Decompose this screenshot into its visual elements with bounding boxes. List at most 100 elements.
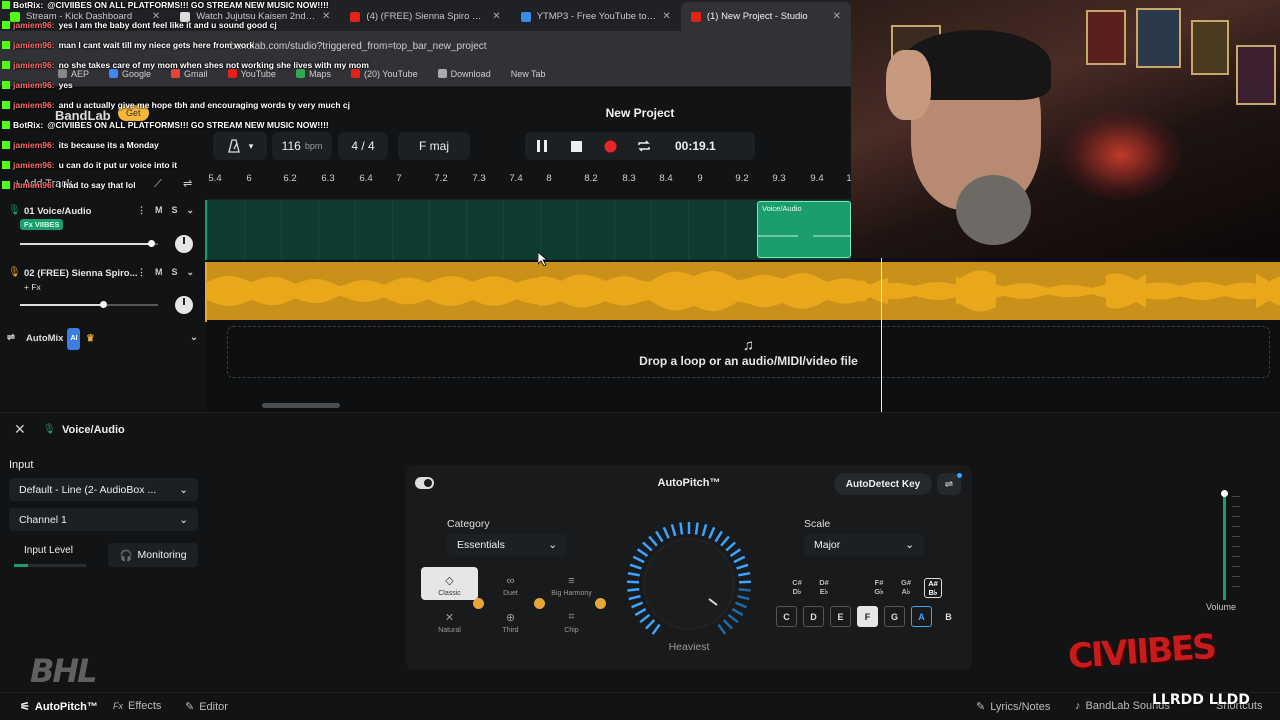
autopitch-toggle[interactable]: [415, 477, 434, 489]
sharp-key[interactable]: F# G♭: [870, 578, 888, 598]
sharp-key[interactable]: A# B♭: [924, 578, 942, 598]
loop-button[interactable]: [627, 132, 661, 160]
sienna-spiro-lane[interactable]: [207, 262, 1280, 320]
close-icon[interactable]: ✕: [14, 421, 26, 438]
effects-tab[interactable]: Fx Effects: [113, 700, 161, 712]
browser-tab[interactable]: YTMP3 - Free YouTube to MP3 ✕: [511, 2, 681, 31]
lyrics-notes-button[interactable]: ✎ Lyrics/Notes: [976, 700, 1050, 714]
scale-dropdown[interactable]: Major ⌄: [804, 534, 924, 556]
bookmark-item[interactable]: Google: [109, 69, 151, 79]
chevron-down-icon[interactable]: ⌄: [187, 205, 195, 216]
add-fx-button[interactable]: + Fx: [24, 282, 41, 292]
record-button[interactable]: [593, 132, 627, 160]
playhead[interactable]: [881, 258, 882, 413]
bookmark-label: AEP: [71, 68, 90, 79]
tracks-settings-icon[interactable]: ⇌: [183, 177, 192, 190]
horizontal-scrollbar[interactable]: [262, 403, 340, 408]
bookmark-item[interactable]: YouTube: [227, 69, 276, 79]
automix-row[interactable]: ⇌ AutoMix AI ♛ ⌄: [0, 328, 207, 350]
volume-fader-thumb[interactable]: [1221, 490, 1228, 497]
track-row-sienna-spiro[interactable]: 🎙 02 (FREE) Sienna Spiro... ⋮ M S ⌄ + Fx: [0, 262, 207, 322]
preset-third[interactable]: ⊕ Third: [482, 598, 545, 637]
key-control[interactable]: F maj: [398, 132, 470, 160]
close-icon[interactable]: ✕: [322, 11, 330, 22]
track-name[interactable]: 02 (FREE) Sienna Spiro...: [24, 268, 138, 279]
voice-audio-lane[interactable]: [207, 200, 851, 260]
editor-tab[interactable]: ✎ Editor: [185, 700, 228, 714]
more-options-icon[interactable]: ⋮: [137, 267, 146, 278]
solo-button[interactable]: S: [172, 205, 178, 216]
tempo-control[interactable]: 116 bpm: [272, 132, 332, 160]
solo-button[interactable]: S: [172, 267, 178, 278]
address-bar[interactable]: bandlab.com/studio?triggered_from=top_ba…: [0, 31, 851, 61]
sharp-key-bottom: G♭: [874, 587, 884, 596]
browser-tab[interactable]: Watch Jujutsu Kaisen 2nd Seas ✕: [170, 2, 340, 31]
pan-knob[interactable]: [175, 296, 193, 314]
volume-thumb[interactable]: [99, 301, 107, 308]
voice-audio-clip[interactable]: Voice/Audio: [757, 201, 851, 258]
channel-select[interactable]: Channel 1 ⌄: [9, 508, 198, 531]
monitoring-button[interactable]: 🎧 Monitoring: [108, 543, 198, 567]
add-track-button[interactable]: + Add Track: [14, 178, 72, 190]
more-options-icon[interactable]: ⋮: [137, 205, 146, 216]
preset-duet[interactable]: ∞ Duet: [482, 567, 539, 600]
preset-big-harmony[interactable]: ≡ Big Harmony: [543, 567, 600, 600]
browser-tab[interactable]: (1) New Project - Studio ✕: [680, 2, 852, 31]
sharp-key-top: D#: [819, 578, 829, 587]
mute-button[interactable]: M: [155, 205, 163, 216]
track-name[interactable]: 01 Voice/Audio: [24, 206, 91, 217]
close-icon[interactable]: ✕: [662, 11, 670, 22]
note-key-c[interactable]: C: [776, 606, 797, 627]
autopitch-knob[interactable]: [624, 519, 754, 649]
category-dropdown[interactable]: Essentials ⌄: [447, 534, 567, 556]
volume-thumb[interactable]: [148, 240, 156, 247]
chevron-down-icon[interactable]: ⌄: [187, 267, 195, 278]
pause-button[interactable]: [525, 132, 559, 160]
time-signature[interactable]: 4 / 4: [338, 132, 388, 160]
stop-button[interactable]: [559, 132, 593, 160]
sharp-key[interactable]: D# E♭: [815, 578, 833, 598]
preset-natural[interactable]: ✕ Natural: [421, 598, 484, 637]
note-key-a[interactable]: A: [911, 606, 932, 627]
bookmark-item[interactable]: (20) YouTube: [350, 69, 418, 79]
sharp-key[interactable]: G# A♭: [897, 578, 915, 598]
browser-tab[interactable]: Stream - Kick Dashboard ✕: [0, 2, 170, 31]
chevron-down-icon[interactable]: ⌄: [190, 328, 198, 348]
input-device-select[interactable]: Default - Line (2- AudioBox ... ⌄: [9, 478, 198, 501]
note-key-e[interactable]: E: [830, 606, 851, 627]
project-title[interactable]: New Project: [560, 106, 720, 120]
url-text[interactable]: bandlab.com/studio?triggered_from=top_ba…: [230, 41, 487, 52]
metronome-control[interactable]: ▾: [213, 132, 267, 160]
preset-classic[interactable]: ◇ Classic: [421, 567, 478, 600]
track-volume-slider[interactable]: [20, 240, 158, 247]
bookmark-item[interactable]: Maps: [295, 69, 331, 79]
note-key-d[interactable]: D: [803, 606, 824, 627]
sharp-key[interactable]: C# D♭: [788, 578, 806, 598]
pan-knob[interactable]: [175, 235, 193, 253]
preset-chip[interactable]: ⌗ Chip: [543, 598, 606, 637]
close-icon[interactable]: ✕: [492, 11, 500, 22]
fx-badge[interactable]: Fx VIIBES: [20, 219, 64, 230]
bandlab-logo[interactable]: BandLab: [55, 108, 111, 123]
autodetect-key-button[interactable]: AutoDetect Key: [834, 473, 932, 495]
wand-icon[interactable]: ⟋: [154, 178, 162, 191]
note-key-f[interactable]: F: [857, 606, 878, 627]
autopitch-icon: ⚟: [20, 701, 30, 713]
category-value: Essentials: [457, 539, 505, 551]
track-row-voice-audio[interactable]: 🎙 01 Voice/Audio ⋮ M S ⌄ Fx VIIBES: [0, 200, 207, 260]
note-key-b[interactable]: B: [938, 606, 959, 627]
close-icon[interactable]: ✕: [152, 11, 160, 22]
browser-tab[interactable]: (4) (FREE) Sienna Spiro Type Be ✕: [340, 2, 510, 31]
mute-button[interactable]: M: [155, 267, 163, 278]
volume-fader[interactable]: [1223, 494, 1226, 600]
autopitch-tab[interactable]: ⚟ AutoPitch™: [20, 700, 98, 714]
bookmark-item[interactable]: AEP: [58, 69, 89, 79]
bookmark-item[interactable]: New Tab: [511, 69, 546, 79]
track-volume-slider[interactable]: [20, 301, 158, 308]
bookmark-item[interactable]: Gmail: [171, 69, 208, 79]
note-key-g[interactable]: G: [884, 606, 905, 627]
close-icon[interactable]: ✕: [833, 11, 841, 22]
drop-zone[interactable]: ♫ Drop a loop or an audio/MIDI/video fil…: [227, 326, 1270, 378]
bookmark-item[interactable]: Download: [437, 69, 491, 79]
get-button[interactable]: Get: [118, 105, 149, 121]
